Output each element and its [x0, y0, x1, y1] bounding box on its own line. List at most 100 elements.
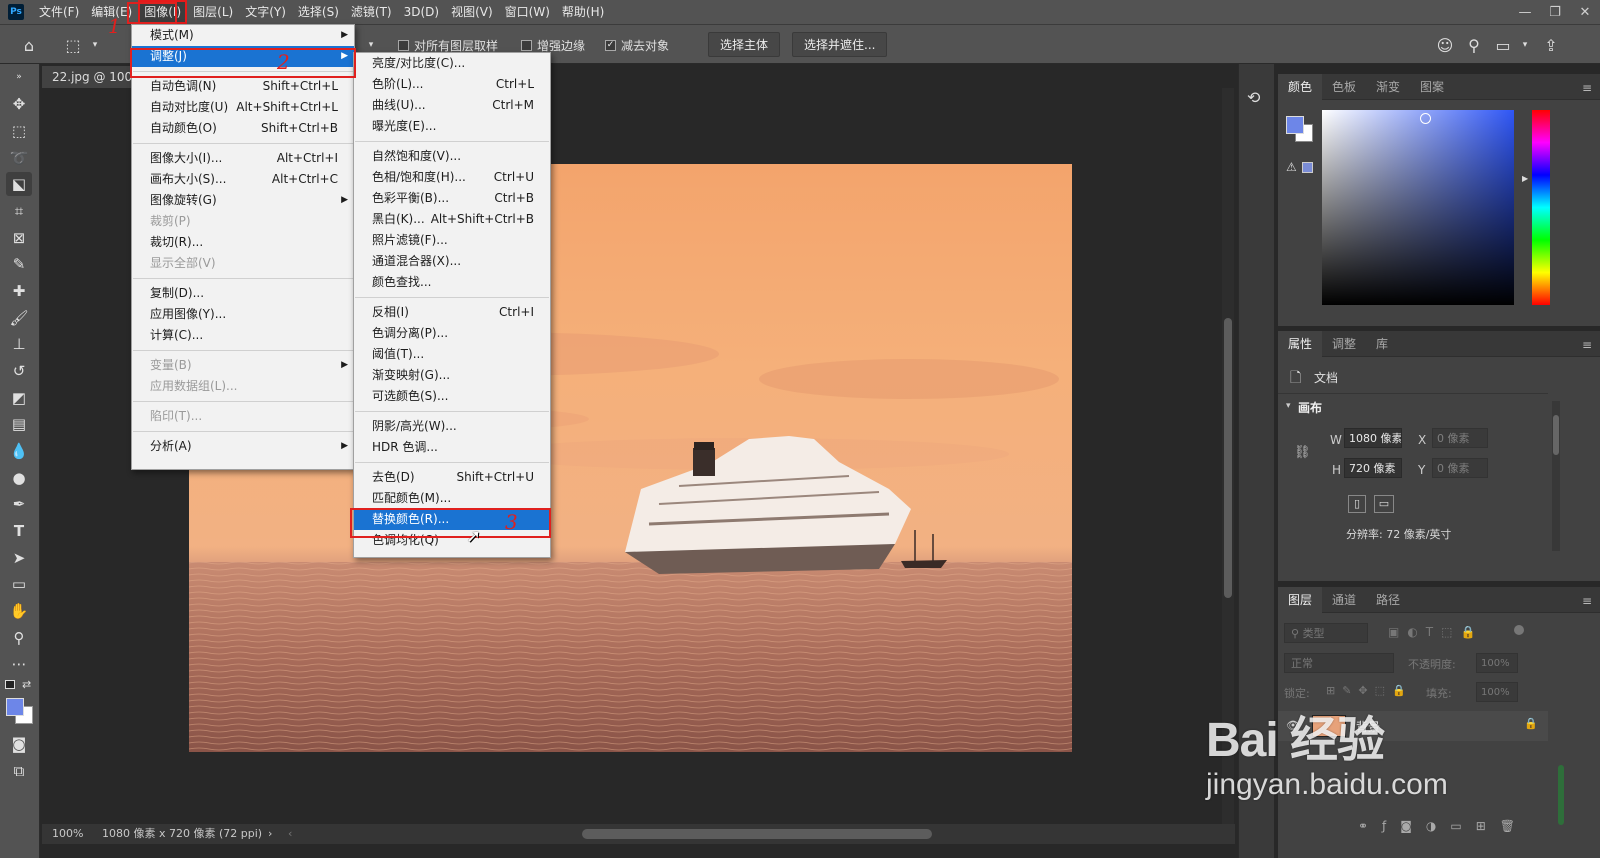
layers-scroll-indicator[interactable] [1558, 765, 1564, 825]
lasso-tool-icon[interactable]: ➰ [6, 146, 32, 170]
adjust-menu-item[interactable]: 色调分离(P)... [354, 323, 550, 344]
image-menu-item[interactable]: 应用图像(Y)... [132, 304, 354, 325]
image-menu-item[interactable]: 自动色调(N) Shift+Ctrl+L [132, 76, 354, 97]
image-menu-item[interactable]: 画布大小(S)... Alt+Ctrl+C [132, 169, 354, 190]
adjust-menu-item[interactable]: 照片滤镜(F)... [354, 230, 550, 251]
link-dimensions-icon[interactable]: ⛓ [1294, 445, 1311, 460]
layer-filter-select[interactable]: ⚲ 类型 [1284, 623, 1368, 643]
x-input[interactable]: 0 像素 [1432, 428, 1488, 448]
collapse-chevron-icon[interactable]: ▾ [1286, 401, 1291, 411]
adjust-menu-item[interactable]: HDR 色调... [354, 437, 550, 458]
adjust-menu-item[interactable]: 反相(I) Ctrl+I [354, 302, 550, 323]
expand-toolbar-icon[interactable]: » [6, 65, 32, 89]
subtract-object-checkbox[interactable]: ✓ 减去对象 [605, 37, 669, 54]
height-input[interactable]: 720 像素 [1344, 458, 1402, 478]
portrait-orientation-icon[interactable]: ▯ [1348, 495, 1366, 513]
adjust-menu-item[interactable]: 曝光度(E)... [354, 116, 550, 137]
color-picker-handle[interactable] [1420, 113, 1431, 124]
adjust-menu-item[interactable]: 渐变映射(G)... [354, 365, 550, 386]
tab-properties[interactable]: 属性 [1278, 330, 1323, 357]
adjust-menu-item[interactable]: 色相/饱和度(H)... Ctrl+U [354, 167, 550, 188]
gradient-tool-icon[interactable]: ▤ [6, 412, 32, 436]
rectangle-tool-icon[interactable]: ▭ [6, 572, 32, 596]
adjust-menu-item[interactable]: 亮度/对比度(C)... [354, 53, 550, 74]
image-menu-item[interactable]: 分析(A) ▶ [132, 436, 354, 457]
close-button[interactable]: ✕ [1570, 0, 1600, 24]
menu-help[interactable]: 帮助(H) [556, 0, 610, 24]
home-icon[interactable]: ⌂ [18, 34, 40, 56]
foreground-color-swatch[interactable] [6, 698, 24, 716]
workspace-icon[interactable]: ▭ [1492, 34, 1514, 56]
gamut-color-swatch[interactable] [1302, 162, 1313, 173]
pen-tool-icon[interactable]: ✒ [6, 492, 32, 516]
history-brush-tool-icon[interactable]: ↺ [6, 359, 32, 383]
menu-type[interactable]: 文字(Y) [239, 0, 292, 24]
status-zoom[interactable]: 100% [52, 824, 83, 844]
quick-mask-icon[interactable]: ◙ [6, 732, 32, 756]
image-menu-item[interactable]: 复制(D)... [132, 283, 354, 304]
vertical-scroll-thumb[interactable] [1224, 318, 1232, 598]
type-tool-icon[interactable]: T [6, 519, 32, 543]
tab-patterns[interactable]: 图案 [1410, 74, 1454, 100]
layer-lock-icon[interactable]: 🔒 [1524, 717, 1538, 730]
status-expand-icon[interactable]: › [268, 824, 272, 844]
minimize-button[interactable]: — [1510, 0, 1540, 24]
properties-scrollbar[interactable] [1552, 401, 1560, 551]
adjust-menu-item[interactable]: 黑白(K)... Alt+Shift+Ctrl+B [354, 209, 550, 230]
opacity-input[interactable]: 100% [1476, 653, 1518, 673]
share-icon[interactable]: ⇪ [1540, 34, 1562, 56]
frame-tool-icon[interactable]: ⊠ [6, 226, 32, 250]
color-foreground-swatch[interactable] [1286, 116, 1304, 134]
swap-colors-icon[interactable]: ⇄ [22, 678, 31, 691]
dodge-tool-icon[interactable]: ● [6, 466, 32, 490]
brush-tool-icon[interactable]: 🖌 [6, 306, 32, 330]
default-colors-icon[interactable] [5, 680, 15, 689]
image-menu-item[interactable]: 自动颜色(O) Shift+Ctrl+B [132, 118, 354, 139]
screen-mode-icon[interactable]: ⧉ [6, 759, 32, 783]
tab-channels[interactable]: 通道 [1322, 587, 1366, 613]
workspace-chevron-down-icon[interactable]: ▾ [1514, 34, 1536, 56]
tab-color[interactable]: 颜色 [1278, 73, 1323, 100]
crop-tool-icon[interactable]: ⌗ [6, 199, 32, 223]
tab-layers[interactable]: 图层 [1278, 586, 1323, 613]
layer-filter-icons[interactable]: ▣◐T⬚🔒 [1388, 625, 1483, 639]
blur-tool-icon[interactable]: 💧 [6, 439, 32, 463]
image-menu-item[interactable]: 计算(C)... [132, 325, 354, 346]
image-menu-item[interactable]: 图像大小(I)... Alt+Ctrl+I [132, 148, 354, 169]
menu-3d[interactable]: 3D(D) [398, 0, 445, 24]
eyedropper-tool-icon[interactable]: ✎ [6, 252, 32, 276]
panel-menu-icon[interactable]: ≡ [1582, 338, 1592, 352]
panel-menu-icon[interactable]: ≡ [1582, 81, 1592, 95]
adjust-menu-item[interactable]: 颜色查找... [354, 272, 550, 293]
hand-tool-icon[interactable]: ✋ [6, 599, 32, 623]
out-of-gamut-warning-icon[interactable]: ⚠ [1286, 160, 1297, 174]
object-selection-tool-preset-icon[interactable]: ⬚ [62, 34, 84, 56]
menu-select[interactable]: 选择(S) [292, 0, 345, 24]
tab-gradients[interactable]: 渐变 [1366, 74, 1410, 100]
color-field-picker[interactable] [1322, 110, 1514, 305]
restore-button[interactable]: ❐ [1540, 0, 1570, 24]
image-menu-item[interactable]: 裁切(R)... [132, 232, 354, 253]
adjust-menu-item[interactable]: 色彩平衡(B)... Ctrl+B [354, 188, 550, 209]
menu-layer[interactable]: 图层(L) [187, 0, 239, 24]
adjust-menu-item[interactable]: 色调均化(Q) [354, 530, 550, 551]
adjust-menu-item[interactable]: 阈值(T)... [354, 344, 550, 365]
tab-paths[interactable]: 路径 [1366, 587, 1410, 613]
menu-window[interactable]: 窗口(W) [499, 0, 556, 24]
marquee-tool-icon[interactable]: ⬚ [6, 119, 32, 143]
width-input[interactable]: 1080 像素 [1344, 428, 1402, 448]
more-tools-icon[interactable]: ⋯ [6, 652, 32, 676]
panel-menu-icon[interactable]: ≡ [1582, 594, 1592, 608]
hue-slider[interactable] [1532, 110, 1550, 305]
clone-stamp-tool-icon[interactable]: ⊥ [6, 332, 32, 356]
adjust-menu-item[interactable]: 通道混合器(X)... [354, 251, 550, 272]
adjust-menu-item[interactable]: 匹配颜色(M)... [354, 488, 550, 509]
healing-brush-tool-icon[interactable]: ✚ [6, 279, 32, 303]
scroll-left-icon[interactable]: ‹ [288, 824, 292, 844]
image-menu-item[interactable]: 调整(J) ▶ [132, 46, 354, 67]
fill-input[interactable]: 100% [1476, 682, 1518, 702]
adjust-menu-item[interactable]: 色阶(L)... Ctrl+L [354, 74, 550, 95]
y-input[interactable]: 0 像素 [1432, 458, 1488, 478]
adjust-menu-item[interactable]: 去色(D) Shift+Ctrl+U [354, 467, 550, 488]
filter-toggle-icon[interactable] [1514, 625, 1524, 635]
